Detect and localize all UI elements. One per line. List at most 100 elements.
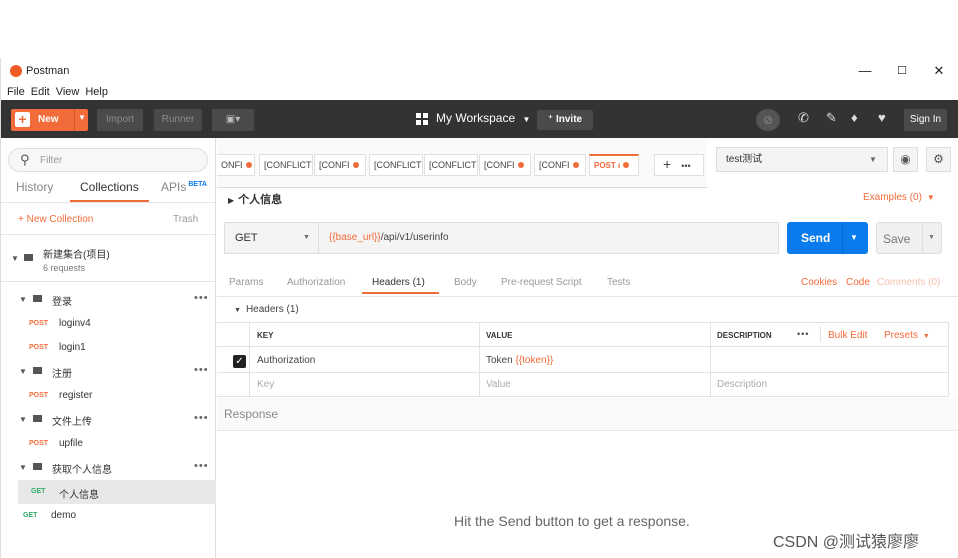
header-key-cell[interactable]: Authorization xyxy=(257,355,315,366)
chevron-down-icon: ▼ xyxy=(19,367,27,376)
request-tab[interactable]: [CONFI xyxy=(314,154,366,176)
presets-dropdown[interactable]: Presets ▼ xyxy=(884,330,930,341)
title-bar: Postman — ☐ ✕ xyxy=(1,58,958,84)
chevron-down-icon[interactable]: ▼ xyxy=(78,113,86,122)
new-window-button[interactable]: ▣▾ xyxy=(212,109,254,131)
more-icon[interactable]: ••• xyxy=(194,412,209,424)
sign-in-button[interactable]: Sign In xyxy=(904,109,947,131)
send-button[interactable]: Send ▼ xyxy=(787,222,868,254)
search-icon: ⚲ xyxy=(20,152,30,167)
request-label: upfile xyxy=(59,438,83,449)
request-tab[interactable]: ONFI xyxy=(217,154,255,176)
tab-collections[interactable]: Collections xyxy=(80,180,139,194)
folder-row[interactable]: ▼ 注册 ••• xyxy=(1,360,216,384)
folder-icon xyxy=(33,415,42,422)
chevron-down-icon[interactable]: ▼ xyxy=(850,233,858,242)
code-link[interactable]: Code xyxy=(846,277,870,288)
chevron-down-icon: ▼ xyxy=(303,234,310,241)
menu-view[interactable]: View xyxy=(56,84,80,100)
bulk-edit-link[interactable]: Bulk Edit xyxy=(828,330,867,341)
maximize-button[interactable]: ☐ xyxy=(890,62,914,80)
tab-body[interactable]: Body xyxy=(454,277,477,288)
more-icon[interactable]: ••• xyxy=(194,292,209,304)
tab-authorization[interactable]: Authorization xyxy=(287,277,345,288)
request-row[interactable]: POST upfile xyxy=(1,432,216,456)
url-input[interactable]: {{base_url}}/api/v1/userinfo xyxy=(329,232,449,243)
gear-icon[interactable]: ⚙ xyxy=(926,147,951,172)
tab-history[interactable]: History xyxy=(16,180,53,194)
sync-off-icon[interactable]: ⊘ xyxy=(756,109,780,131)
request-row[interactable]: POST register xyxy=(1,384,216,408)
tab-headers-label: Headers (1) xyxy=(372,277,425,288)
request-tab[interactable]: [CONFLICT xyxy=(424,154,478,176)
tab-tests[interactable]: Tests xyxy=(607,277,630,288)
menu-edit[interactable]: Edit xyxy=(31,84,50,100)
request-tab-active[interactable]: POST ι xyxy=(589,154,639,176)
add-user-icon: ⁺ xyxy=(547,114,554,125)
request-tab[interactable]: [CONFLICT xyxy=(259,154,313,176)
request-name[interactable]: ▶ 个人信息 xyxy=(228,191,282,207)
header-value-cell[interactable]: Token {{token}} xyxy=(486,355,553,366)
header-enabled-checkbox[interactable]: ✓ xyxy=(233,355,246,368)
tab-params[interactable]: Params xyxy=(229,277,263,288)
eye-icon[interactable]: ◉ xyxy=(893,147,918,172)
invite-button[interactable]: ⁺ Invite xyxy=(537,110,593,130)
chevron-down-icon: ▼ xyxy=(19,463,27,472)
folder-row[interactable]: ▼ 文件上传 ••• xyxy=(1,408,216,432)
tab-apis[interactable]: APIs BETA xyxy=(161,180,207,194)
folder-icon xyxy=(33,295,42,302)
request-row[interactable]: POST login1 xyxy=(1,336,216,360)
new-description-input[interactable]: Description xyxy=(717,379,767,390)
request-tab[interactable]: [CONFI xyxy=(534,154,586,176)
more-icon[interactable]: ••• xyxy=(797,329,809,339)
chevron-down-icon[interactable]: ▼ xyxy=(928,234,935,241)
method-select[interactable]: GET ▼ xyxy=(225,223,319,253)
chevron-down-icon: ▼ xyxy=(19,415,27,424)
tab-prerequest-script[interactable]: Pre-request Script xyxy=(501,277,582,288)
headers-section-toggle[interactable]: ▼ Headers (1) xyxy=(234,304,299,315)
menu-file[interactable]: File xyxy=(7,84,25,100)
watermark: CSDN @测试猿廖廖 xyxy=(773,534,920,551)
method-badge: GET xyxy=(31,488,46,495)
cookies-link[interactable]: Cookies xyxy=(801,277,837,288)
request-tab[interactable]: [CONFI xyxy=(479,154,531,176)
menu-help[interactable]: Help xyxy=(85,84,108,100)
collection-name: 新建集合(项目) xyxy=(43,250,110,261)
bell-icon[interactable]: ♦ xyxy=(851,110,858,125)
url-variable: {{base_url}} xyxy=(329,232,381,243)
request-row[interactable]: GET demo xyxy=(1,504,216,528)
tab-label: [CONFI xyxy=(484,160,515,170)
more-icon[interactable]: ••• xyxy=(194,364,209,376)
new-button[interactable]: + New ▼ xyxy=(11,109,88,131)
request-tab[interactable]: [CONFLICT xyxy=(369,154,423,176)
comments-link[interactable]: Comments (0) xyxy=(877,277,940,288)
close-button[interactable]: ✕ xyxy=(927,62,951,80)
save-button[interactable]: Save ▼ xyxy=(876,222,942,254)
tab-headers[interactable]: Headers (1) xyxy=(372,277,425,288)
heart-icon[interactable]: ♥ xyxy=(878,110,886,125)
satellite-icon[interactable]: ✆ xyxy=(798,110,809,126)
more-tabs-icon[interactable]: ••• xyxy=(681,161,690,171)
folder-label: 注册 xyxy=(52,369,72,380)
import-button[interactable]: Import xyxy=(97,109,143,131)
wrench-icon[interactable]: ✎ xyxy=(826,110,837,126)
new-collection-button[interactable]: + New Collection xyxy=(18,214,93,225)
new-value-input[interactable]: Value xyxy=(486,379,511,390)
request-row[interactable]: POST loginv4 xyxy=(1,312,216,336)
filter-input[interactable]: ⚲ Filter xyxy=(8,148,208,172)
add-tab-button[interactable]: + ••• xyxy=(654,154,704,176)
runner-button[interactable]: Runner xyxy=(154,109,202,131)
tab-label: [CONFLICT xyxy=(264,160,312,170)
environment-selector[interactable]: test测试 ▼ xyxy=(716,147,888,172)
request-row-selected[interactable]: GET 个人信息 xyxy=(18,480,216,504)
workspace-selector[interactable]: My Workspace ▼ xyxy=(436,111,530,125)
new-key-input[interactable]: Key xyxy=(257,379,274,390)
trash-link[interactable]: Trash xyxy=(173,214,198,225)
folder-row[interactable]: ▼ 登录 ••• xyxy=(1,288,216,312)
minimize-button[interactable]: — xyxy=(853,62,877,80)
collection-header[interactable]: ▼ 新建集合(项目) 6 requests xyxy=(1,234,216,282)
more-icon[interactable]: ••• xyxy=(194,460,209,472)
folder-row[interactable]: ▼ 获取个人信息 ••• xyxy=(1,456,216,480)
send-label: Send xyxy=(801,231,831,245)
examples-dropdown[interactable]: Examples (0) ▼ xyxy=(863,192,935,203)
